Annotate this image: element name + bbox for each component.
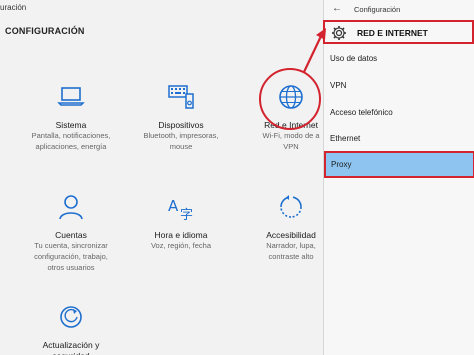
person-icon bbox=[16, 192, 126, 226]
update-icon bbox=[16, 302, 126, 336]
tile-cuentas-name: Cuentas bbox=[55, 230, 87, 240]
nav-item-uso-de-datos[interactable]: Uso de datos bbox=[330, 54, 377, 63]
tile-cuentas-desc-2: configuración, trabajo, bbox=[34, 252, 108, 261]
page-title: CONFIGURACIÓN bbox=[5, 26, 85, 36]
tile-dispositivos-name: Dispositivos bbox=[158, 120, 204, 130]
annotation-arrow-icon bbox=[303, 28, 326, 73]
tile-sistema-desc-2: aplicaciones, energía bbox=[35, 142, 107, 151]
tile-cuentas-desc-1: Tu cuenta, sincronizar bbox=[34, 241, 108, 250]
nav-item-proxy[interactable]: Proxy bbox=[324, 151, 474, 178]
tile-sistema-name: Sistema bbox=[55, 120, 87, 130]
tile-hora-e-idioma[interactable]: A字 Hora e idioma Voz, región, fecha bbox=[126, 192, 236, 251]
tile-hora-e-idioma-desc-1: Voz, región, fecha bbox=[150, 241, 212, 250]
network-panel: ← Configuración RED E INTERNET Uso de da… bbox=[323, 0, 474, 355]
tile-actualizacion-y-seguridad[interactable]: Actualización y seguridad bbox=[16, 302, 126, 355]
window-title: uración bbox=[0, 3, 27, 12]
back-arrow-icon[interactable]: ← bbox=[332, 3, 342, 14]
nav-item-vpn[interactable]: VPN bbox=[330, 81, 346, 90]
tile-cuentas[interactable]: Cuentas Tu cuenta, sincronizar configura… bbox=[16, 192, 126, 273]
tile-hora-e-idioma-name: Hora e idioma bbox=[154, 230, 208, 240]
tile-dispositivos[interactable]: Dispositivos Bluetooth, impresoras, mous… bbox=[126, 82, 236, 152]
panel-titlebar: ← Configuración bbox=[324, 0, 474, 18]
tile-sistema-desc-1: Pantalla, notificaciones, bbox=[31, 131, 111, 140]
svg-text:A: A bbox=[168, 197, 179, 215]
svg-text:字: 字 bbox=[180, 208, 193, 222]
laptop-icon bbox=[16, 82, 126, 116]
tile-actualizacion-name: Actualización y bbox=[42, 340, 100, 350]
tile-sistema[interactable]: Sistema Pantalla, notificaciones, aplica… bbox=[16, 82, 126, 152]
highlight-circle-globe bbox=[259, 68, 321, 130]
nav-item-acceso-telefonico[interactable]: Acceso telefónico bbox=[330, 108, 393, 117]
tile-actualizacion-desc-1: seguridad bbox=[16, 351, 126, 355]
tile-dispositivos-desc-1: Bluetooth, impresoras, bbox=[143, 131, 219, 140]
tile-cuentas-desc-3: otros usuarios bbox=[47, 263, 95, 272]
nav-item-ethernet[interactable]: Ethernet bbox=[330, 134, 360, 143]
highlight-box-heading bbox=[323, 20, 474, 44]
tile-dispositivos-desc-2: mouse bbox=[169, 142, 193, 151]
devices-icon bbox=[126, 82, 236, 116]
language-icon: A字 bbox=[126, 192, 236, 226]
panel-title: Configuración bbox=[354, 5, 401, 14]
